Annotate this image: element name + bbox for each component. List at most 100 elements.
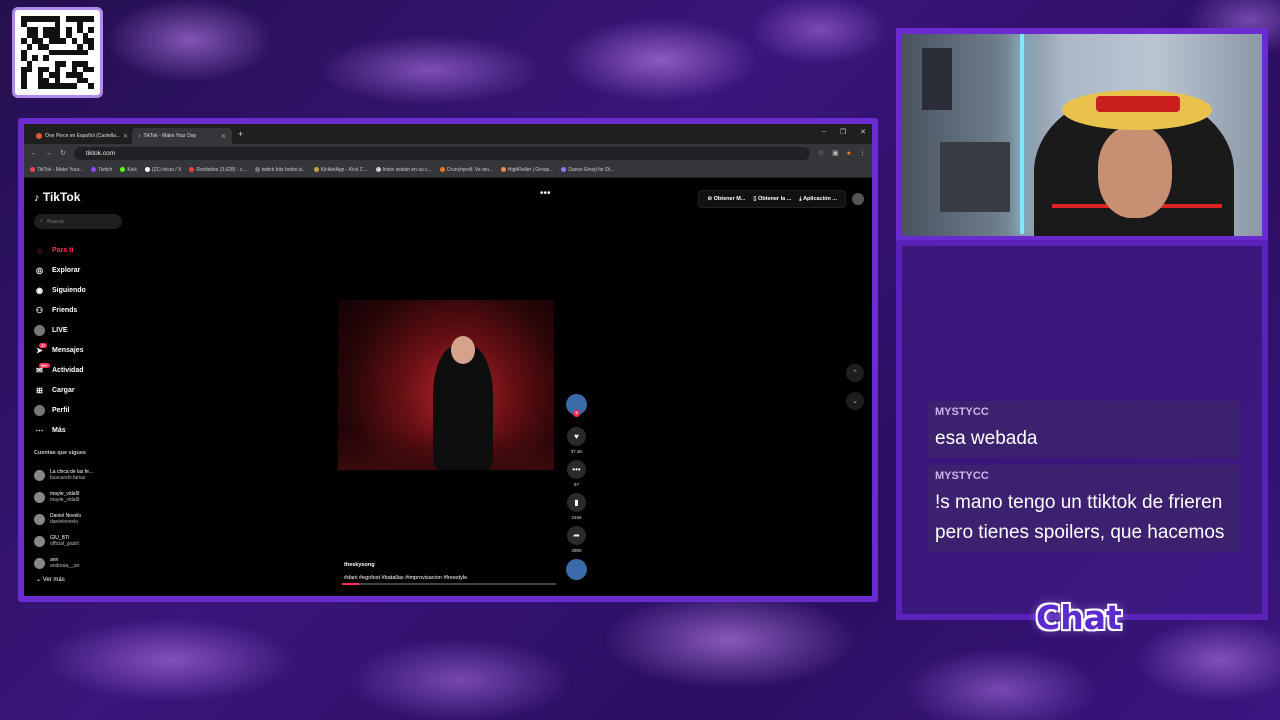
save-count: 2456 <box>571 515 582 520</box>
search-icon: ⌕ <box>40 218 44 224</box>
sidebar-item-explorar[interactable]: ◎ Explorar <box>34 260 86 280</box>
see-more-link[interactable]: ⌄ Ver más <box>36 576 124 583</box>
wall-poster <box>922 48 952 110</box>
sidebar-item-siguiendo[interactable]: ◉ Siguiendo <box>34 280 86 300</box>
followed-account[interactable]: La chica de las fe... buscando.farias <box>34 464 124 486</box>
bookmark-favicon-icon <box>561 166 567 172</box>
video-caption: theskysong #dani #egofest #batallas #imp… <box>344 562 467 581</box>
profile-icon[interactable]: ● <box>847 150 851 157</box>
bookmark-item[interactable]: (21) Inicio / X <box>144 166 182 173</box>
sidebar-item-actividad[interactable]: ✉ 99+ Actividad <box>34 360 86 380</box>
search-placeholder: Buscar <box>47 218 65 225</box>
more-options-icon[interactable]: ••• <box>540 188 551 199</box>
save-button[interactable]: ▮ <box>567 493 586 512</box>
chat-message: MYSTYCC esa webada <box>928 401 1240 458</box>
followed-account[interactable]: Daniel Novelo danielnovelo <box>34 508 124 530</box>
search-input[interactable]: ⌕ Buscar <box>34 214 122 229</box>
bookmark-favicon-icon <box>144 166 150 172</box>
like-button[interactable]: ♥ <box>567 427 586 446</box>
reload-icon[interactable]: ↻ <box>60 149 66 157</box>
bookmark-item[interactable]: KickletApp - Kick C... <box>313 167 368 173</box>
bookmark-favicon-icon <box>91 166 97 172</box>
bookmark-item[interactable]: Recibidos (3,628) - c... <box>189 167 247 173</box>
creator-avatar[interactable]: + <box>566 394 587 417</box>
bookmark-item[interactable]: Crunchyroll: Ve ani... <box>439 167 493 173</box>
sidebar-item-parati[interactable]: ⌂ Para ti <box>34 240 86 260</box>
bookmark-favicon-icon <box>254 166 260 172</box>
tiktok-logo[interactable]: ♪ TikTok <box>34 190 80 204</box>
sidebar-item-ms[interactable]: ⋯ Más <box>34 420 86 440</box>
new-tab-icon[interactable]: + <box>238 129 243 139</box>
tiktok-note-icon: ♪ <box>34 192 40 204</box>
video-player[interactable] <box>338 300 554 470</box>
previous-video-button[interactable]: ⌃ <box>846 364 864 382</box>
top-button-label: Obtener M... <box>713 196 746 202</box>
heart-icon: ♥ <box>574 432 579 441</box>
bookmark-label: Twitch <box>98 166 113 173</box>
tab-tiktok[interactable]: ♪ TikTok - Make Your Day ✕ <box>132 128 232 144</box>
avatar <box>34 491 45 503</box>
following-icon: ◉ <box>36 285 43 295</box>
top-buttons: ⊘ Obtener M... ▯ Obtener la ... ⤓ Aplicaci… <box>698 190 846 208</box>
bookmark-favicon-icon <box>30 166 35 172</box>
followed-account[interactable]: GIU_BTI official_giubti <box>34 530 124 552</box>
bookmark-item[interactable]: Dance Emoji for Di... <box>561 167 614 173</box>
top-button[interactable]: ⤓ Aplicación ... <box>799 196 837 203</box>
next-video-button[interactable]: ⌄ <box>846 392 864 410</box>
top-button[interactable]: ▯ Obtener la ... <box>753 196 791 202</box>
music-disc[interactable] <box>566 559 587 580</box>
top-button-label: Obtener la ... <box>757 196 792 202</box>
chat-text: esa webada <box>935 428 1038 449</box>
star-icon[interactable]: ☆ <box>818 149 824 157</box>
sidebar-item-perfil[interactable]: Perfil <box>34 400 86 420</box>
bookmark-item[interactable]: Twitch <box>91 167 112 173</box>
comment-button[interactable]: ••• <box>567 460 586 479</box>
video-progress-bar[interactable] <box>342 583 556 585</box>
menu-icon[interactable]: ⋮ <box>859 149 866 157</box>
bookmark-label: Kick <box>127 166 137 173</box>
avatar <box>34 469 45 481</box>
compass-icon: ◎ <box>36 265 43 275</box>
maximize-icon[interactable]: ❐ <box>840 128 846 136</box>
close-window-icon[interactable]: ✕ <box>860 128 866 136</box>
chat-title: Chat <box>1036 598 1122 637</box>
video-actions: + ♥ 37.3K ••• 87 ▮ 2456 ➦ 2900 <box>566 394 587 586</box>
bookmark-item[interactable]: HighRoller | Group... <box>500 167 553 173</box>
back-icon[interactable]: ← <box>30 150 37 157</box>
bookmark-item[interactable]: Kick <box>120 166 137 173</box>
extensions-icon[interactable]: ▣ <box>832 149 839 157</box>
bookmark-item[interactable]: TikTok - Make Your... <box>30 167 83 173</box>
account-handle: danielnovelo <box>50 519 79 525</box>
video-hashtags[interactable]: #dani #egofest #batallas #improvisacion … <box>344 575 467 581</box>
bookmark-item[interactable]: Inicie sesión en su c... <box>375 166 432 173</box>
tab-label: TikTok - Make Your Day <box>143 133 197 139</box>
account-handle: buscando.farias <box>50 475 86 481</box>
tab-one-piece[interactable]: One Piece en Español (Castella... ✕ <box>30 128 130 144</box>
close-icon[interactable]: ✕ <box>221 133 226 140</box>
bookmark-favicon-icon <box>375 166 381 172</box>
share-button[interactable]: ➦ <box>567 526 586 545</box>
top-button[interactable]: ⊘ Obtener M... <box>707 196 745 202</box>
url-field[interactable]: tiktok.com <box>73 146 810 160</box>
bookmark-label: Inicie sesión en su c... <box>382 166 432 173</box>
chat-username: MYSTYCC <box>935 470 989 482</box>
account-text: La chica de las fe... buscando.farias <box>50 469 93 481</box>
sidebar-item-live[interactable]: LIVE <box>34 320 86 340</box>
comment-count: 87 <box>573 482 579 487</box>
avatar[interactable] <box>852 193 864 205</box>
avatar <box>34 535 45 547</box>
video-username[interactable]: theskysong <box>344 562 467 568</box>
sidebar-item-mensajes[interactable]: ➤ 27 Mensajes <box>34 340 86 360</box>
followed-account[interactable]: ann andreaa__an <box>34 552 124 574</box>
bookmark-item[interactable]: twitch bits botón d... <box>254 166 306 173</box>
forward-icon[interactable]: → <box>45 150 52 157</box>
follow-plus-icon[interactable]: + <box>573 410 580 417</box>
sidebar-item-cargar[interactable]: ⊞ Cargar <box>34 380 86 400</box>
close-icon[interactable]: ✕ <box>123 133 128 140</box>
followed-account[interactable]: mayte_vidal9 mayte_vidal9 <box>34 486 124 508</box>
minimize-icon[interactable]: – <box>822 128 826 136</box>
sidebar-item-friends[interactable]: ⚇ Friends <box>34 300 86 320</box>
webcam-feed <box>902 34 1262 236</box>
account-handle: mayte_vidal9 <box>50 497 80 503</box>
bookmark-label: (21) Inicio / X <box>151 166 182 173</box>
